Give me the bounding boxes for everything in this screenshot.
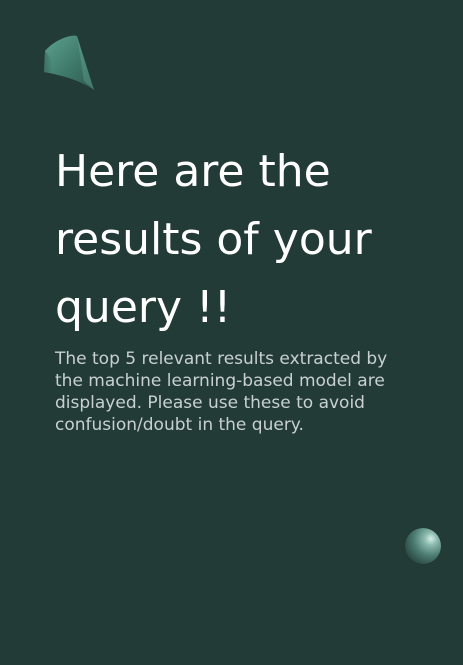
- sphere-icon: [405, 528, 441, 564]
- results-intro: Here are the results of your query !! Th…: [55, 138, 415, 436]
- cone-icon: [44, 35, 94, 90]
- results-description: The top 5 relevant results extracted by …: [55, 349, 388, 435]
- results-page: Here are the results of your query !! Th…: [0, 0, 463, 665]
- page-title: Here are the results of your query !!: [55, 146, 372, 333]
